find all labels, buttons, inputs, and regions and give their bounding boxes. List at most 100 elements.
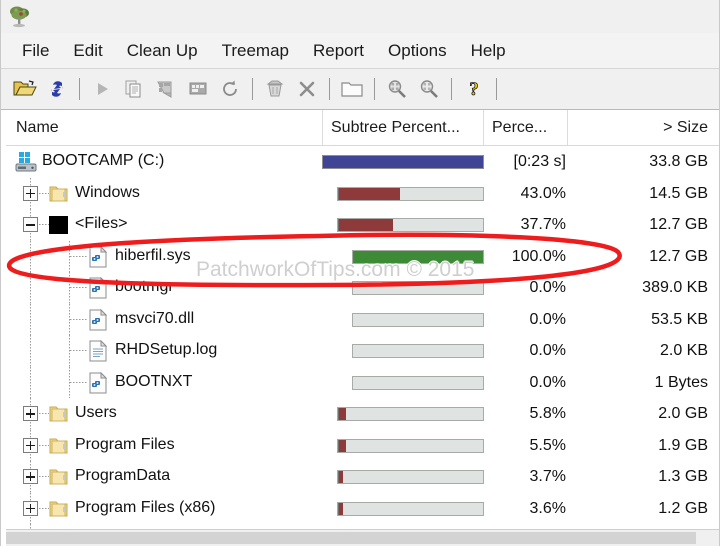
subtree-percent-bar-fill: [338, 408, 347, 420]
row-label: Windows: [75, 183, 140, 201]
expand-button[interactable]: [23, 469, 38, 484]
subtree-percent-bar-fill: [338, 219, 393, 231]
row-name-cell[interactable]: BOOTCAMP (C:): [6, 146, 323, 178]
column-header-subtree-percent[interactable]: Subtree Percent...: [323, 110, 484, 145]
refresh-icon[interactable]: [214, 74, 246, 104]
row-size: 53.5 KB: [651, 310, 708, 328]
table-row[interactable]: bootmgr 0.0% 389.0 KB: [6, 272, 720, 304]
play-icon: [86, 74, 118, 104]
row-percent: 100.0%: [511, 247, 566, 265]
row-label: Program Files: [75, 435, 175, 453]
row-percent: 5.5%: [529, 436, 566, 454]
table-row[interactable]: hiberfil.sys 100.0% 12.7 GB: [6, 240, 720, 272]
table-row[interactable]: Windows 43.0% 14.5 GB: [6, 177, 720, 209]
rescan-icon[interactable]: [41, 74, 73, 104]
row-name-cell[interactable]: Program Files: [6, 429, 323, 461]
row-name-cell[interactable]: Users: [6, 398, 323, 430]
row-size: 1 Bytes: [654, 373, 708, 391]
row-name-cell[interactable]: Windows: [6, 177, 323, 209]
subtree-percent-bar-fill: [338, 187, 401, 200]
zoom-out-icon[interactable]: [413, 74, 445, 104]
column-header-name[interactable]: Name: [6, 110, 323, 145]
row-label: bootmgr: [115, 278, 174, 295]
menu-options[interactable]: Options: [376, 38, 459, 64]
table-row[interactable]: <Files> 37.7% 12.7 GB: [6, 209, 720, 241]
zoom-in-icon[interactable]: [381, 74, 413, 104]
toolbar-separator: [79, 78, 80, 100]
table-row[interactable]: BOOTNXT 0.0% 1 Bytes: [6, 366, 720, 398]
subtree-percent-bar: [352, 344, 484, 358]
file-sys-icon: [88, 371, 110, 394]
row-size: 1.9 GB: [658, 436, 708, 454]
file-sys-icon: [88, 245, 110, 268]
folder-icon: [48, 403, 70, 425]
menu-clean-up[interactable]: Clean Up: [115, 38, 210, 64]
expand-button[interactable]: [23, 185, 38, 201]
file-sys-icon: [88, 276, 110, 299]
menu-edit[interactable]: Edit: [61, 38, 114, 64]
table-row[interactable]: Program Files 5.5% 1.9 GB: [6, 429, 720, 461]
table-row[interactable]: msvci70.dll 0.0% 53.5 KB: [6, 303, 720, 335]
tree-guide-line: [30, 335, 31, 367]
treemap-icon: [150, 74, 182, 104]
folder-icon: [48, 466, 70, 488]
row-name-cell[interactable]: BOOTNXT: [6, 366, 323, 398]
row-percent: 0.0%: [529, 279, 566, 296]
tree-rows: BOOTCAMP (C:) [0:23 s] 33.8 GB Windows 43.0%…: [6, 146, 720, 540]
table-row[interactable]: Users 5.8% 2.0 GB: [6, 398, 720, 430]
delete-x-icon[interactable]: [291, 74, 323, 104]
row-name-cell[interactable]: hiberfil.sys: [6, 240, 323, 272]
row-name-cell[interactable]: <Files>: [6, 209, 323, 241]
files-icon: [48, 214, 70, 236]
toolbar-separator: [329, 78, 330, 100]
menu-treemap[interactable]: Treemap: [210, 38, 301, 64]
tree-guide-line: [30, 303, 31, 335]
title-bar: [0, 0, 720, 34]
subtree-percent-bar-fill: [338, 502, 344, 515]
column-header-size[interactable]: > Size: [568, 110, 720, 145]
subtree-percent-bar: [337, 438, 484, 453]
row-name-cell[interactable]: RHDSetup.log: [6, 335, 323, 367]
table-row[interactable]: BOOTCAMP (C:) [0:23 s] 33.8 GB: [6, 146, 720, 178]
expand-button[interactable]: [23, 500, 38, 516]
svg-text:?: ?: [469, 79, 479, 100]
drive-icon: [15, 151, 37, 173]
help-question-icon[interactable]: ?: [458, 74, 490, 104]
menu-help[interactable]: Help: [459, 38, 518, 64]
menu-file[interactable]: File: [10, 38, 61, 64]
subtree-percent-bar: [337, 501, 484, 516]
table-row[interactable]: ProgramData 3.7% 1.3 GB: [6, 461, 720, 493]
row-label: Users: [75, 404, 117, 421]
row-name-cell[interactable]: bootmgr: [6, 272, 323, 304]
toolbar: ?: [0, 69, 720, 110]
tree-guide-line: [70, 287, 88, 288]
table-row[interactable]: Program Files (x86) 3.6% 1.2 GB: [6, 492, 720, 524]
row-label: hiberfil.sys: [115, 246, 191, 264]
row-size: 1.3 GB: [658, 468, 708, 485]
tree-guide-line: [30, 240, 31, 272]
open-folder-icon[interactable]: [9, 74, 41, 104]
row-label: RHDSetup.log: [115, 341, 218, 358]
row-name-cell[interactable]: msvci70.dll: [6, 303, 323, 335]
row-size: 2.0 GB: [658, 405, 708, 422]
row-percent: 3.6%: [529, 499, 566, 517]
column-header-percentage[interactable]: Perce...: [484, 110, 568, 145]
row-percent: [0:23 s]: [513, 153, 566, 170]
row-name-cell[interactable]: ProgramData: [6, 461, 323, 493]
table-row[interactable]: RHDSetup.log 0.0% 2.0 KB: [6, 335, 720, 367]
folder-icon: [48, 435, 70, 457]
subtree-percent-bar: [352, 281, 484, 295]
row-label: Program Files (x86): [75, 498, 216, 516]
recycle-bin-icon: [259, 74, 291, 104]
row-percent: 37.7%: [520, 216, 566, 233]
row-size: 12.7 GB: [649, 247, 708, 265]
horizontal-scrollbar[interactable]: [6, 529, 720, 546]
expand-button[interactable]: [23, 437, 38, 453]
explorer-folder-icon[interactable]: [336, 74, 368, 104]
row-name-cell[interactable]: Program Files (x86): [6, 492, 323, 524]
expand-button[interactable]: [23, 406, 38, 421]
collapse-button[interactable]: [23, 217, 38, 232]
scrollbar-thumb[interactable]: [6, 532, 696, 544]
row-label: ProgramData: [75, 467, 171, 484]
menu-report[interactable]: Report: [301, 38, 376, 64]
